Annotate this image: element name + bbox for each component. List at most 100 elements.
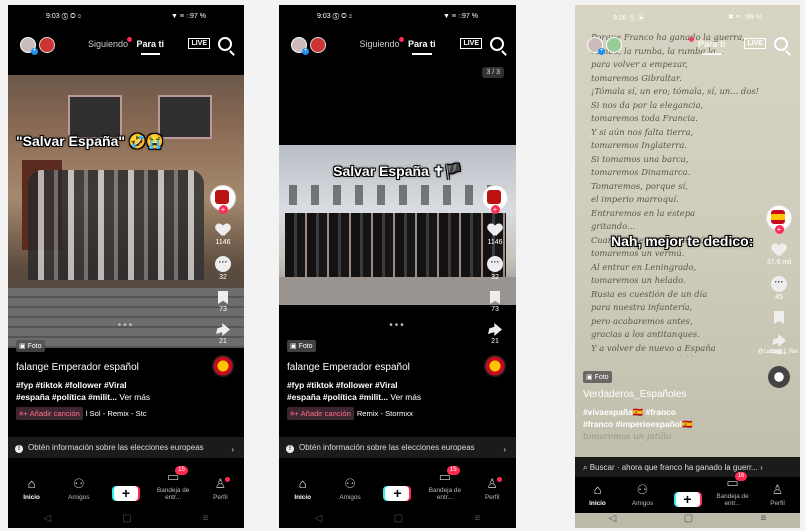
heart-icon[interactable] (216, 224, 230, 237)
status-bar: 9:03 Ⓢ ◎ ೦ ▼ ≡ ◌97 % (279, 13, 516, 25)
see-more-link[interactable]: Ver más (390, 392, 421, 402)
recents-icon[interactable]: ≡ (760, 513, 766, 524)
nav-inbox[interactable]: ▭ 15 Bandeja de entr... (153, 466, 193, 501)
music-disc-icon[interactable] (484, 355, 506, 377)
home-circle-icon[interactable]: ▢ (122, 513, 131, 524)
bookmark-icon[interactable] (490, 291, 500, 304)
search-icon[interactable] (218, 37, 232, 51)
tab-following[interactable]: Siguiendo (649, 39, 689, 49)
info-icon: ! (15, 445, 23, 453)
post-meta: ▣ Foto falange Emperador español #fyp #t… (287, 340, 476, 420)
post-caption-overlay: "Salvar España" 🤣😭 (16, 133, 164, 149)
back-icon[interactable]: ◁ (44, 513, 52, 524)
post-caption-overlay: Salvar España ✝🏴 (333, 163, 462, 179)
add-song-label: Añadir canción (300, 409, 351, 418)
back-icon[interactable]: ◁ (609, 513, 617, 524)
home-circle-icon[interactable]: ▢ (684, 513, 693, 524)
live-icon[interactable]: LIVE (460, 38, 482, 49)
nav-friends-label: Amigos (68, 494, 90, 501)
search-icon[interactable] (774, 37, 788, 51)
carousel-dots: ••• (679, 351, 696, 362)
nav-inbox[interactable]: ▭ 16 Bandeja de entr... (713, 472, 753, 507)
profile-icon: ♙ (214, 476, 227, 491)
profile-icon: ♙ (771, 482, 784, 497)
live-icon[interactable]: LIVE (188, 38, 210, 49)
post-description[interactable]: #fyp #tiktok #follower #Viral #españa #p… (287, 379, 476, 403)
music-row[interactable]: ≡+ Añadir canción Remix - Stormxx (287, 407, 476, 420)
nav-home[interactable]: ⌂ Inicio (12, 477, 52, 502)
music-row[interactable]: ≡+ Añadir canción l Sol - Remix - Stc (16, 407, 204, 420)
nav-friends[interactable]: ⚇ Amigos (623, 483, 663, 508)
add-song-button[interactable]: ≡+ Añadir canción (16, 407, 83, 420)
nav-friends[interactable]: ⚇ Amigos (59, 477, 99, 502)
election-info-text: Obtén información sobre las elecciones e… (28, 443, 204, 452)
heart-icon[interactable] (772, 244, 786, 257)
username[interactable]: falange Emperador español (16, 362, 204, 373)
nav-profile[interactable]: ♙ Perfil (758, 482, 798, 508)
nav-profile-label: Perfil (213, 494, 228, 501)
status-time: 9:03 (317, 13, 331, 20)
nav-profile[interactable]: ♙ Perfil (472, 477, 512, 501)
bottom-nav: ⌂ Inicio ⚇ Amigos + ▭ 15 Bandeja de entr... … (279, 466, 516, 507)
status-time: 9:03 (46, 13, 60, 20)
heart-icon[interactable] (488, 224, 502, 237)
nav-friends-label: Amigos (631, 500, 654, 507)
nav-profile[interactable]: ♙ Perfil (200, 477, 240, 501)
music-disc-icon[interactable] (212, 355, 234, 377)
chevron-right-icon: › (503, 445, 506, 454)
home-icon: ⌂ (298, 476, 307, 491)
add-song-button[interactable]: ≡+ Añadir canción (287, 407, 354, 420)
status-time: 9:06 (613, 15, 627, 22)
comment-icon[interactable]: ··· (487, 256, 503, 272)
election-info-banner[interactable]: ! Obtén información sobre las elecciones… (279, 437, 516, 458)
nav-inbox-label: Bandeja de entr... (156, 487, 190, 501)
tab-for-you[interactable]: Para ti (408, 39, 436, 49)
system-nav-bar: ◁ ▢ ≡ (279, 508, 516, 528)
top-bar: + Siguiendo Para ti LIVE (575, 35, 800, 59)
search-suggestion-bar[interactable]: ⌕ Buscar · ahora que franco ha ganado la… (575, 457, 800, 479)
inbox-count-badge: 15 (446, 466, 460, 475)
post-description[interactable]: #vivaespaña🇪🇸 #franco #franco #imperioes… (583, 406, 764, 442)
nav-inbox[interactable]: ▭ 15 Bandeja de entr... (425, 466, 465, 501)
username[interactable]: falange Emperador español (287, 362, 476, 373)
music-disc-icon[interactable] (768, 366, 790, 388)
live-icon[interactable]: LIVE (744, 38, 766, 49)
post-description[interactable]: #fyp #tiktok #follower #Viral #españa #p… (16, 379, 204, 403)
bookmark-icon[interactable] (218, 291, 228, 304)
post-meta: ▣ Foto falange Emperador español #fyp #t… (16, 340, 204, 420)
create-button[interactable]: + (106, 486, 146, 501)
share-icon[interactable] (772, 334, 786, 347)
election-info-banner[interactable]: ! Obtén información sobre las elecciones… (8, 437, 244, 458)
post-caption-overlay: Nah, mejor te dedico: (611, 233, 754, 249)
tab-for-you[interactable]: Para ti (137, 39, 165, 49)
carousel-dots: ••• (117, 320, 135, 331)
comment-icon[interactable]: ··· (215, 256, 231, 272)
nav-home[interactable]: ⌂ Inicio (578, 483, 618, 508)
system-nav-bar: ◁ ▢ ≡ (8, 508, 244, 528)
tab-for-you[interactable]: Para ti (698, 39, 726, 49)
nav-home-label: Inicio (23, 494, 40, 501)
recents-icon[interactable]: ≡ (203, 513, 209, 524)
follow-plus-icon[interactable]: + (218, 205, 228, 214)
search-icon[interactable] (490, 37, 504, 51)
username[interactable]: Verdaderos_Españoles (583, 389, 764, 400)
comment-icon[interactable]: ··· (771, 276, 787, 292)
follow-plus-icon[interactable]: + (774, 225, 784, 234)
post-meta: ▣ Foto Verdaderos_Españoles #vivaespaña🇪… (583, 371, 764, 442)
see-more-link[interactable]: Ver más (119, 392, 150, 402)
action-rail: + 1146 ··· 32 73 21 (208, 185, 238, 377)
create-button[interactable]: + (377, 486, 417, 501)
plus-icon: + (31, 48, 38, 55)
nav-friends[interactable]: ⚇ Amigos (330, 477, 370, 502)
follow-plus-icon[interactable]: + (490, 205, 500, 214)
nav-home[interactable]: ⌂ Inicio (283, 476, 323, 502)
recents-icon[interactable]: ≡ (474, 513, 480, 524)
phone-screen-3: Porque Franco ha ganado la guerra, rumba… (575, 5, 800, 528)
home-circle-icon[interactable]: ▢ (394, 513, 403, 524)
create-button[interactable]: + (668, 492, 708, 507)
tab-following[interactable]: Siguiendo (88, 39, 128, 49)
plus-icon: + (113, 486, 138, 501)
bookmark-icon[interactable] (774, 311, 784, 324)
tab-following[interactable]: Siguiendo (359, 39, 399, 49)
back-icon[interactable]: ◁ (315, 513, 323, 524)
